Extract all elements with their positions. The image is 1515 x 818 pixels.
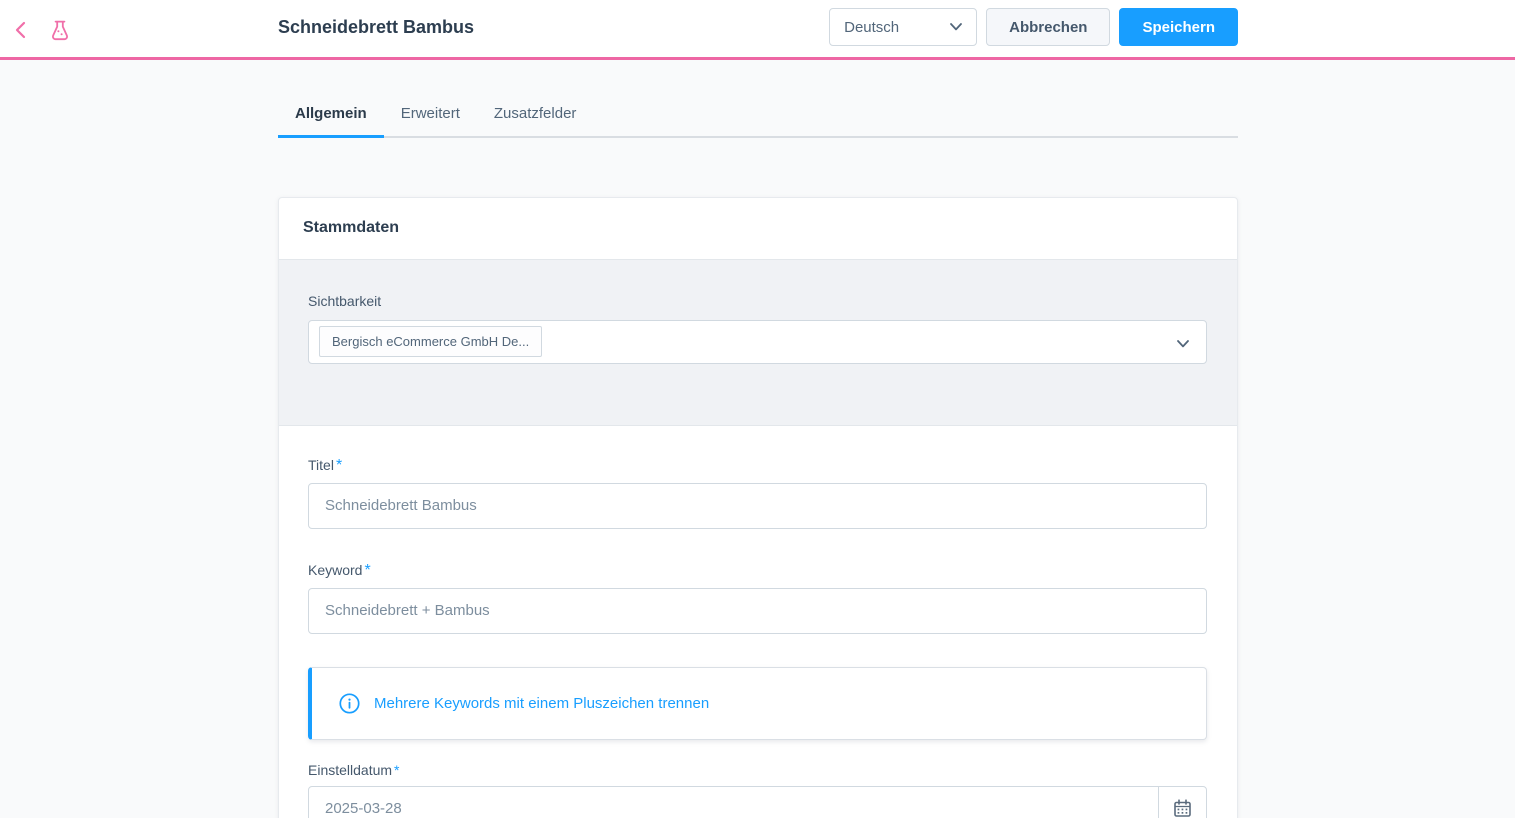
- keyword-field: Keyword*: [308, 562, 1207, 634]
- visibility-selected-tag[interactable]: Bergisch eCommerce GmbH De...: [319, 326, 542, 357]
- keyword-label: Keyword: [308, 562, 362, 578]
- keyword-input[interactable]: [308, 588, 1207, 634]
- required-asterisk: *: [336, 457, 342, 474]
- info-icon: [339, 693, 360, 714]
- stammdaten-card: Stammdaten Sichtbarkeit Bergisch eCommer…: [278, 197, 1238, 818]
- calendar-button[interactable]: [1158, 787, 1206, 818]
- save-button[interactable]: Speichern: [1119, 8, 1238, 46]
- page-title: Schneidebrett Bambus: [278, 17, 474, 38]
- language-select[interactable]: Deutsch: [829, 8, 977, 46]
- title-label: Titel: [308, 457, 334, 473]
- release-date-label: Einstelldatum: [308, 762, 392, 778]
- back-button[interactable]: [8, 17, 32, 43]
- main-content: Allgemein Erweitert Zusatzfelder Stammda…: [0, 105, 1515, 818]
- release-date-field: Einstelldatum*: [308, 762, 1207, 818]
- experimental-flask-icon[interactable]: [48, 17, 72, 43]
- title-field: Titel*: [308, 457, 1207, 529]
- keyword-hint-alert: Mehrere Keywords mit einem Pluszeichen t…: [308, 667, 1207, 740]
- required-asterisk: *: [364, 562, 370, 579]
- card-title: Stammdaten: [303, 219, 399, 237]
- cancel-button[interactable]: Abbrechen: [986, 8, 1110, 46]
- flask-icon: [50, 18, 70, 42]
- visibility-select[interactable]: Bergisch eCommerce GmbH De...: [308, 320, 1207, 364]
- release-date-input[interactable]: [309, 787, 1158, 818]
- tab-zusatzfelder[interactable]: Zusatzfelder: [477, 105, 594, 138]
- title-input[interactable]: [308, 483, 1207, 529]
- visibility-label: Sichtbarkeit: [308, 293, 381, 309]
- tab-allgemein[interactable]: Allgemein: [278, 105, 384, 138]
- required-asterisk: *: [394, 762, 399, 778]
- keyword-hint-text: Mehrere Keywords mit einem Pluszeichen t…: [374, 695, 709, 712]
- chevron-down-icon: [1177, 340, 1189, 348]
- app-header: Schneidebrett Bambus Deutsch Abbrechen S…: [0, 0, 1515, 60]
- language-select-value: Deutsch: [844, 19, 899, 36]
- visibility-section: Sichtbarkeit Bergisch eCommerce GmbH De.…: [279, 259, 1237, 426]
- tab-bar: Allgemein Erweitert Zusatzfelder: [278, 105, 1238, 138]
- chevron-left-icon: [13, 19, 28, 41]
- chevron-down-icon: [950, 23, 962, 31]
- calendar-icon: [1173, 799, 1192, 818]
- tab-erweitert[interactable]: Erweitert: [384, 105, 477, 138]
